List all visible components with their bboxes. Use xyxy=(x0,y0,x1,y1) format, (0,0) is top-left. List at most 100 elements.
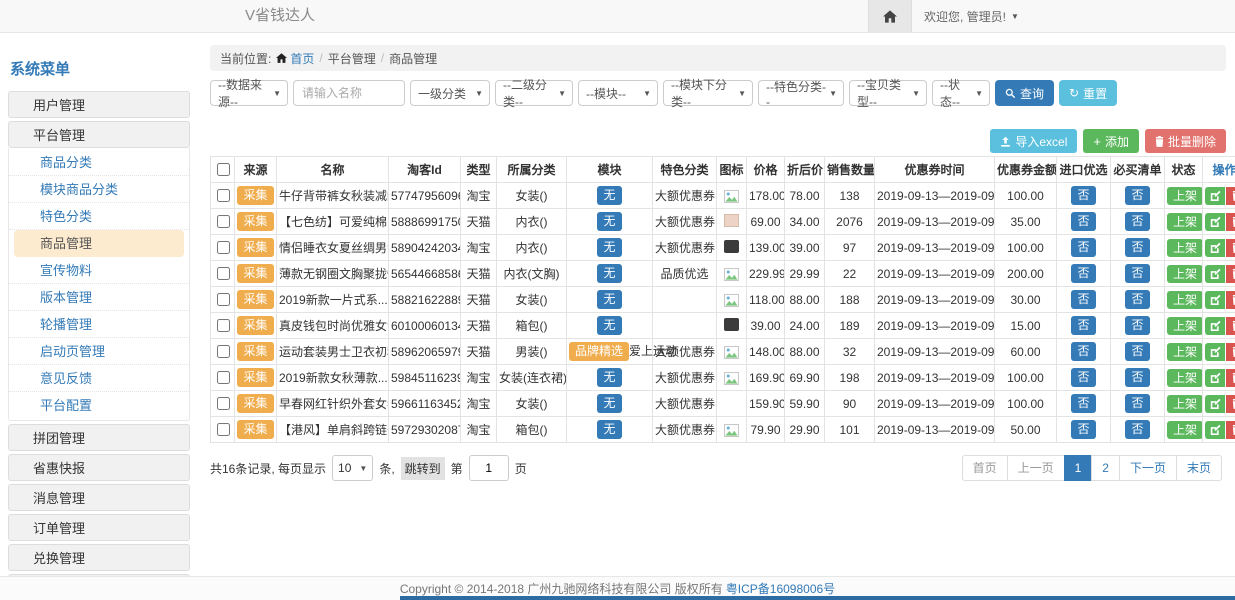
import-flag-badge[interactable]: 否 xyxy=(1071,290,1095,308)
sidebar-item[interactable]: 轮播管理 xyxy=(9,311,189,338)
module-badge[interactable]: 无 xyxy=(597,264,621,282)
must-buy-flag-badge[interactable]: 否 xyxy=(1125,238,1149,256)
module-badge[interactable]: 无 xyxy=(597,316,621,334)
row-checkbox[interactable] xyxy=(217,267,230,280)
status-badge[interactable]: 上架 xyxy=(1167,317,1203,335)
sidebar-item[interactable]: 平台配置 xyxy=(9,392,189,419)
status-badge[interactable]: 上架 xyxy=(1167,421,1203,439)
sidebar-item[interactable]: 模块商品分类 xyxy=(9,176,189,203)
filter-select[interactable]: --模块下分类--▼ xyxy=(663,80,753,106)
must-buy-flag-badge[interactable]: 否 xyxy=(1125,186,1149,204)
source-badge[interactable]: 采集 xyxy=(237,342,273,360)
status-badge[interactable]: 上架 xyxy=(1167,395,1203,413)
module-badge[interactable]: 无 xyxy=(597,368,621,386)
sidebar-item[interactable]: 意见反馈 xyxy=(9,365,189,392)
filter-select[interactable]: --宝贝类型--▼ xyxy=(849,80,927,106)
delete-button[interactable] xyxy=(1226,187,1235,205)
sidebar-item[interactable]: 版本管理 xyxy=(9,284,189,311)
reset-button[interactable]: ↻ 重置 xyxy=(1059,80,1117,106)
import-flag-badge[interactable]: 否 xyxy=(1071,264,1095,282)
pager-button[interactable]: 首页 xyxy=(962,455,1008,481)
delete-button[interactable] xyxy=(1226,343,1235,361)
select-all-checkbox[interactable] xyxy=(217,163,230,176)
edit-button[interactable] xyxy=(1205,395,1225,413)
source-badge[interactable]: 采集 xyxy=(237,264,273,282)
module-badge[interactable]: 无 xyxy=(597,186,621,204)
import-flag-badge[interactable]: 否 xyxy=(1071,420,1095,438)
user-menu[interactable]: 欢迎您, 管理员! ▼ xyxy=(912,0,1031,32)
query-button[interactable]: 查询 xyxy=(995,80,1054,106)
name-search-input[interactable] xyxy=(293,80,405,106)
home-button[interactable] xyxy=(868,0,912,32)
sidebar-item[interactable]: 商品分类 xyxy=(9,149,189,176)
per-page-select[interactable]: 10 ▼ xyxy=(332,455,373,481)
row-checkbox[interactable] xyxy=(217,371,230,384)
source-badge[interactable]: 采集 xyxy=(237,368,273,386)
sidebar-item[interactable]: 商品管理 xyxy=(14,230,184,257)
batch-delete-button[interactable]: 批量删除 xyxy=(1145,129,1226,153)
source-badge[interactable]: 采集 xyxy=(237,394,273,412)
import-flag-badge[interactable]: 否 xyxy=(1071,342,1095,360)
delete-button[interactable] xyxy=(1226,369,1235,387)
row-checkbox[interactable] xyxy=(217,345,230,358)
filter-select[interactable]: --状态--▼ xyxy=(932,80,990,106)
status-badge[interactable]: 上架 xyxy=(1167,343,1203,361)
breadcrumb-home-link[interactable]: 首页 xyxy=(276,50,314,67)
sidebar-group-item[interactable]: 消息管理 xyxy=(8,484,190,511)
import-flag-badge[interactable]: 否 xyxy=(1071,238,1095,256)
page-number-input[interactable] xyxy=(469,455,509,481)
import-flag-badge[interactable]: 否 xyxy=(1071,394,1095,412)
source-badge[interactable]: 采集 xyxy=(237,420,273,438)
delete-button[interactable] xyxy=(1226,291,1235,309)
delete-button[interactable] xyxy=(1226,317,1235,335)
import-flag-badge[interactable]: 否 xyxy=(1071,368,1095,386)
edit-button[interactable] xyxy=(1205,421,1225,439)
filter-select[interactable]: --模块--▼ xyxy=(578,80,658,106)
row-checkbox[interactable] xyxy=(217,397,230,410)
module-badge[interactable]: 无 xyxy=(597,238,621,256)
filter-select[interactable]: --特色分类--▼ xyxy=(758,80,844,106)
must-buy-flag-badge[interactable]: 否 xyxy=(1125,342,1149,360)
module-badge[interactable]: 无 xyxy=(597,290,621,308)
source-badge[interactable]: 采集 xyxy=(237,238,273,256)
delete-button[interactable] xyxy=(1226,395,1235,413)
row-checkbox[interactable] xyxy=(217,319,230,332)
row-checkbox[interactable] xyxy=(217,293,230,306)
sidebar-item[interactable]: 特色分类 xyxy=(9,203,189,230)
edit-button[interactable] xyxy=(1205,213,1225,231)
edit-button[interactable] xyxy=(1205,187,1225,205)
import-excel-button[interactable]: 导入excel xyxy=(990,129,1077,153)
source-badge[interactable]: 采集 xyxy=(237,186,273,204)
sidebar-item[interactable]: 启动页管理 xyxy=(9,338,189,365)
must-buy-flag-badge[interactable]: 否 xyxy=(1125,212,1149,230)
filter-select[interactable]: --数据来源--▼ xyxy=(210,80,288,106)
import-flag-badge[interactable]: 否 xyxy=(1071,186,1095,204)
module-badge[interactable]: 无 xyxy=(597,394,621,412)
must-buy-flag-badge[interactable]: 否 xyxy=(1125,368,1149,386)
breadcrumb-item-platform[interactable]: 平台管理 xyxy=(328,50,376,67)
pager-button[interactable]: 末页 xyxy=(1176,455,1222,481)
pager-button[interactable]: 2 xyxy=(1091,455,1120,481)
import-flag-badge[interactable]: 否 xyxy=(1071,316,1095,334)
pager-button[interactable]: 1 xyxy=(1064,455,1093,481)
status-badge[interactable]: 上架 xyxy=(1167,239,1203,257)
delete-button[interactable] xyxy=(1226,265,1235,283)
module-badge[interactable]: 品牌精选 xyxy=(569,342,629,360)
sidebar-group-item[interactable]: 拼团管理 xyxy=(8,424,190,451)
must-buy-flag-badge[interactable]: 否 xyxy=(1125,316,1149,334)
module-badge[interactable]: 无 xyxy=(597,212,621,230)
source-badge[interactable]: 采集 xyxy=(237,316,273,334)
sidebar-group-item[interactable]: 用户管理 xyxy=(8,91,190,118)
edit-button[interactable] xyxy=(1205,265,1225,283)
edit-button[interactable] xyxy=(1205,239,1225,257)
sidebar-group-item[interactable]: 兑换管理 xyxy=(8,544,190,571)
import-flag-badge[interactable]: 否 xyxy=(1071,212,1095,230)
delete-button[interactable] xyxy=(1226,239,1235,257)
add-button[interactable]: + 添加 xyxy=(1083,129,1139,153)
row-checkbox[interactable] xyxy=(217,241,230,254)
must-buy-flag-badge[interactable]: 否 xyxy=(1125,394,1149,412)
source-badge[interactable]: 采集 xyxy=(237,212,273,230)
sidebar-group-item[interactable]: 订单管理 xyxy=(8,514,190,541)
sidebar-group-item[interactable]: 省惠快报 xyxy=(8,454,190,481)
pager-button[interactable]: 上一页 xyxy=(1007,455,1065,481)
